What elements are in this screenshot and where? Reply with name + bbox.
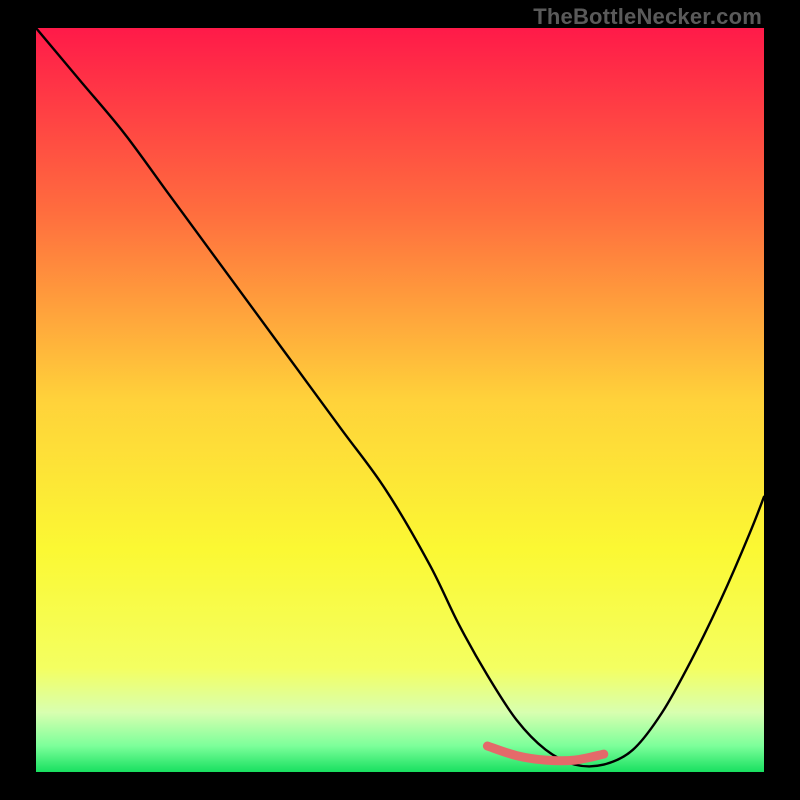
gradient-background: [36, 28, 764, 772]
chart-stage: TheBottleNecker.com: [0, 0, 800, 800]
watermark-text: TheBottleNecker.com: [533, 4, 762, 30]
chart-svg: [36, 28, 764, 772]
plot-area: [36, 28, 764, 772]
